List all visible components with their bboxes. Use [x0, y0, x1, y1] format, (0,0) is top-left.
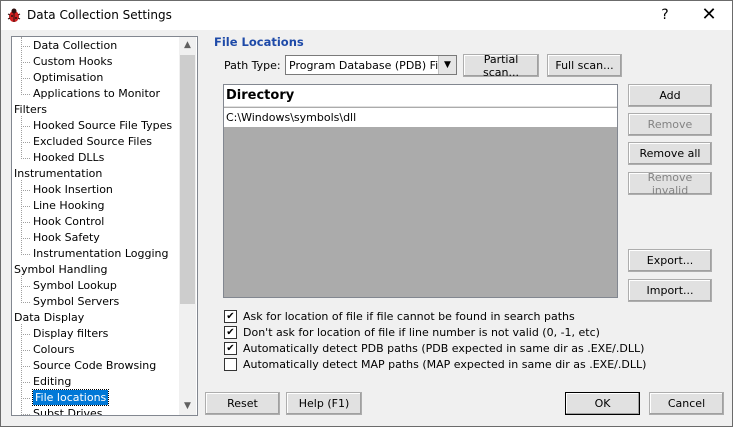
cancel-button[interactable]: Cancel	[649, 392, 724, 415]
directory-column-header[interactable]: Directory	[224, 85, 617, 107]
tree-item[interactable]: Editing	[20, 374, 71, 389]
checkbox-1[interactable]: ✔	[224, 325, 237, 339]
tree-connector-line	[21, 276, 22, 303]
checkbox-2[interactable]: ✔	[224, 341, 237, 355]
checkbox-label: Automatically detect MAP paths (MAP expe…	[243, 358, 647, 371]
import-button[interactable]: Import...	[628, 279, 712, 302]
remove-button[interactable]: Remove	[628, 113, 712, 136]
path-type-select[interactable]: Program Database (PDB) Files ▼	[285, 55, 457, 75]
tree-category[interactable]: Symbol Handling	[14, 262, 108, 277]
tree-item[interactable]: Instrumentation Logging	[20, 246, 168, 261]
remove-all-button[interactable]: Remove all	[628, 142, 712, 165]
help-button[interactable]: Help (F1)	[286, 392, 362, 415]
directory-list[interactable]: Directory C:\Windows\symbols\dll	[223, 84, 618, 298]
export-button[interactable]: Export...	[628, 249, 712, 272]
add-button[interactable]: Add	[628, 84, 712, 107]
tree-item[interactable]: File locations	[20, 389, 110, 406]
checkbox-dont-ask-line[interactable]: ✔ Don't ask for location of file if line …	[224, 325, 600, 342]
remove-invalid-button[interactable]: Remove invalid	[628, 171, 712, 197]
checkbox-detect-pdb[interactable]: ✔ Automatically detect PDB paths (PDB exp…	[224, 341, 645, 358]
scroll-down-icon[interactable]: ▼	[179, 398, 196, 415]
tree-item[interactable]: Hooked DLLs	[20, 150, 104, 165]
checkbox-3[interactable]	[224, 357, 237, 371]
checkbox-label: Ask for location of file if file cannot …	[243, 310, 575, 323]
tree-item[interactable]: Line Hooking	[21, 198, 105, 213]
scroll-thumb[interactable]	[180, 55, 195, 304]
tree-connector-line	[21, 324, 22, 415]
tree-item[interactable]: Excluded Source Files	[21, 134, 152, 149]
tree-item[interactable]: Symbol Lookup	[21, 278, 117, 293]
scroll-up-icon[interactable]: ▲	[179, 37, 196, 54]
tree-category[interactable]: Data Display	[14, 310, 84, 325]
tree-item[interactable]: Hook Control	[20, 214, 104, 229]
settings-tree[interactable]: Data Collection Custom Hooks Optimisation A…	[11, 36, 198, 416]
tree-item[interactable]: Colours	[20, 342, 74, 357]
partial-scan-button[interactable]: Partial scan...	[463, 53, 539, 79]
tree-connector-line	[21, 180, 22, 255]
checkbox-0[interactable]: ✔	[224, 309, 237, 323]
path-type-value: Program Database (PDB) Files	[289, 59, 454, 72]
tree-item[interactable]: Hook Insertion	[21, 182, 113, 197]
title-bar: Data Collection Settings ? ✕	[1, 1, 732, 30]
tree-item[interactable]: Optimisation	[20, 70, 103, 85]
ok-button[interactable]: OK	[565, 392, 640, 415]
list-item[interactable]: C:\Windows\symbols\dll	[224, 108, 617, 127]
full-scan-button[interactable]: Full scan...	[547, 54, 622, 77]
window-title: Data Collection Settings	[27, 8, 172, 22]
tree-scrollbar[interactable]: ▲ ▼	[179, 37, 196, 415]
chevron-down-icon[interactable]: ▼	[438, 56, 456, 74]
tree-item[interactable]: Custom Hooks	[20, 54, 112, 69]
reset-button[interactable]: Reset	[205, 392, 280, 415]
close-icon[interactable]: ✕	[696, 5, 722, 25]
checkbox-detect-map[interactable]: Automatically detect MAP paths (MAP expe…	[224, 357, 647, 374]
help-icon-button[interactable]: ?	[653, 5, 677, 25]
tree-connector-line	[21, 116, 22, 159]
tree-item[interactable]: Hook Safety	[21, 230, 100, 245]
tree-item[interactable]: Symbol Servers	[20, 294, 119, 309]
tree-item[interactable]: Source Code Browsing	[20, 358, 156, 373]
section-title: File Locations	[214, 35, 304, 49]
tree-item[interactable]: Subst Drives	[21, 406, 103, 415]
tree-category[interactable]: Filters	[14, 102, 47, 117]
bug-app-icon	[7, 8, 21, 22]
tree-item[interactable]: Display filters	[20, 326, 108, 341]
dialog-window: Data Collection Settings ? ✕ Data Collec…	[0, 0, 733, 427]
checkbox-ask-location[interactable]: ✔ Ask for location of file if file cannot…	[224, 309, 575, 326]
tree-item[interactable]: Applications to Monitor	[20, 86, 160, 101]
tree-item[interactable]: Hooked Source File Types	[20, 118, 172, 133]
tree-connector-line	[21, 37, 22, 95]
tree-item[interactable]: Data Collection	[20, 38, 117, 53]
checkbox-label: Don't ask for location of file if line n…	[243, 326, 600, 339]
checkbox-label: Automatically detect PDB paths (PDB expe…	[243, 342, 645, 355]
path-type-label: Path Type:	[224, 59, 281, 72]
tree-category[interactable]: Instrumentation	[14, 166, 102, 181]
